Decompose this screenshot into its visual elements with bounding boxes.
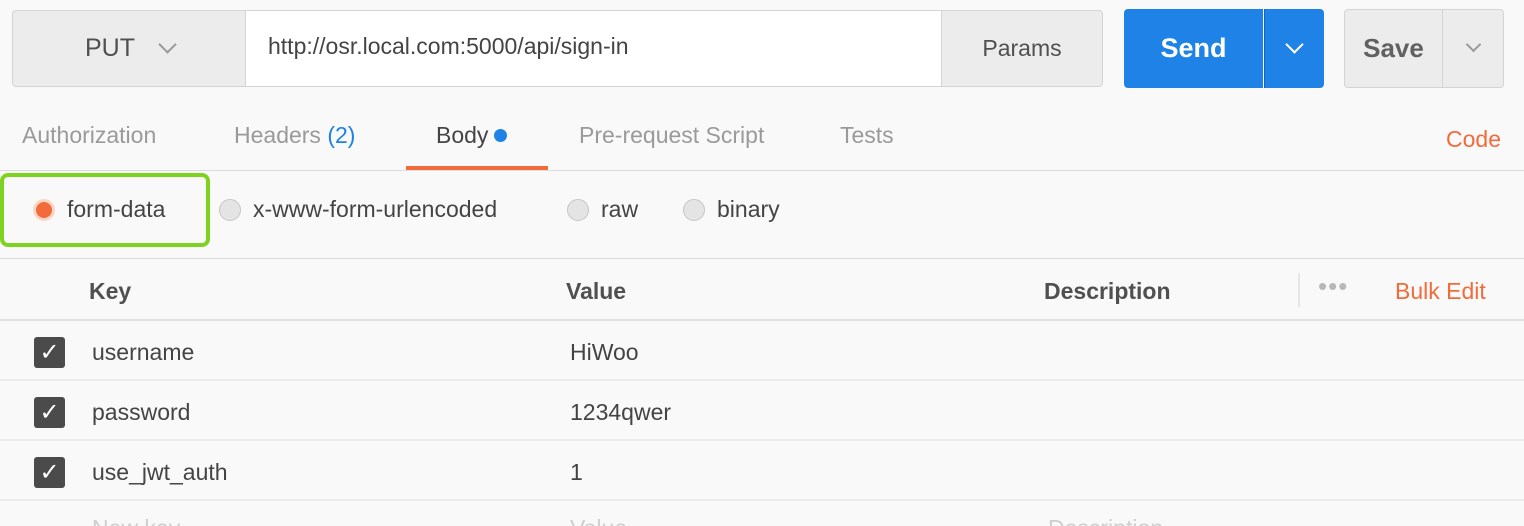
tab-label: Headers [234, 122, 321, 148]
value-cell[interactable]: 1234qwer [570, 399, 671, 426]
send-button[interactable]: Send [1124, 9, 1263, 88]
radio-label: raw [601, 196, 639, 222]
tab-label: Authorization [22, 122, 157, 148]
tab-headers[interactable]: Headers (2) [234, 122, 355, 149]
column-divider [1298, 273, 1300, 307]
radio-selected-icon [33, 198, 55, 221]
method-label: PUT [85, 34, 135, 62]
key-cell[interactable]: username [92, 339, 194, 366]
radio-label: form-data [67, 196, 166, 222]
method-select[interactable]: PUT [12, 10, 246, 87]
chevron-down-icon [158, 35, 177, 54]
radio-binary[interactable]: binary [683, 196, 780, 223]
more-options-icon[interactable]: ••• [1318, 271, 1348, 302]
new-value-input[interactable]: Value [570, 515, 627, 526]
params-button[interactable]: Params [941, 10, 1103, 87]
checkmark-icon: ✓ [39, 459, 60, 486]
save-label: Save [1363, 33, 1424, 63]
chevron-down-icon [1285, 35, 1304, 54]
row-checkbox[interactable]: ✓ [34, 397, 65, 428]
form-data-table: Key Value Description ••• Bulk Edit ✓ us… [0, 259, 1524, 526]
radio-form-data[interactable]: form-data [33, 196, 165, 223]
table-header: Key Value Description ••• Bulk Edit [0, 259, 1524, 321]
radio-unselected-icon [567, 198, 589, 221]
key-cell[interactable]: password [92, 399, 190, 426]
tab-label: Body [436, 122, 489, 148]
value-cell[interactable]: HiWoo [570, 339, 639, 366]
code-link[interactable]: Code [1446, 126, 1501, 153]
tab-body[interactable]: Body [436, 122, 508, 149]
value-cell[interactable]: 1 [570, 459, 583, 486]
table-row: ✓ username HiWoo [0, 321, 1524, 381]
send-label: Send [1160, 33, 1227, 63]
save-button[interactable]: Save [1344, 9, 1443, 88]
bulk-edit-link[interactable]: Bulk Edit [1395, 278, 1486, 305]
radio-raw[interactable]: raw [567, 196, 638, 223]
tab-authorization[interactable]: Authorization [22, 122, 156, 149]
checkmark-icon: ✓ [39, 339, 60, 366]
key-cell[interactable]: use_jwt_auth [92, 459, 228, 486]
tab-pre-request-script[interactable]: Pre-request Script [579, 122, 764, 149]
headers-count-badge: (2) [327, 122, 356, 148]
chevron-down-icon [1465, 36, 1481, 53]
radio-label: x-www-form-urlencoded [253, 196, 498, 222]
new-row: New key Value Description [0, 501, 1524, 526]
row-checkbox[interactable]: ✓ [34, 457, 65, 488]
radio-label: binary [717, 196, 780, 222]
radio-x-www-form-urlencoded[interactable]: x-www-form-urlencoded [219, 196, 497, 223]
new-description-input[interactable]: Description [1048, 515, 1163, 526]
send-dropdown-button[interactable] [1264, 9, 1324, 88]
body-indicator-dot [494, 129, 508, 142]
row-checkbox[interactable]: ✓ [34, 337, 65, 368]
radio-unselected-icon [683, 198, 705, 221]
table-row: ✓ use_jwt_auth 1 [0, 441, 1524, 501]
params-label: Params [982, 35, 1062, 61]
url-value: http://osr.local.com:5000/api/sign-in [268, 33, 629, 59]
column-header-key: Key [89, 278, 132, 304]
table-row: ✓ password 1234qwer [0, 381, 1524, 441]
save-dropdown-button[interactable] [1442, 9, 1504, 88]
tab-label: Tests [840, 122, 894, 148]
column-header-description: Description [1044, 278, 1171, 304]
radio-unselected-icon [219, 198, 241, 221]
tab-label: Pre-request Script [579, 122, 765, 148]
tab-tests[interactable]: Tests [840, 122, 894, 149]
divider [0, 170, 1524, 171]
url-input[interactable]: http://osr.local.com:5000/api/sign-in [245, 10, 942, 87]
checkmark-icon: ✓ [39, 399, 60, 426]
column-header-value: Value [566, 278, 627, 304]
new-key-input[interactable]: New key [92, 515, 180, 526]
